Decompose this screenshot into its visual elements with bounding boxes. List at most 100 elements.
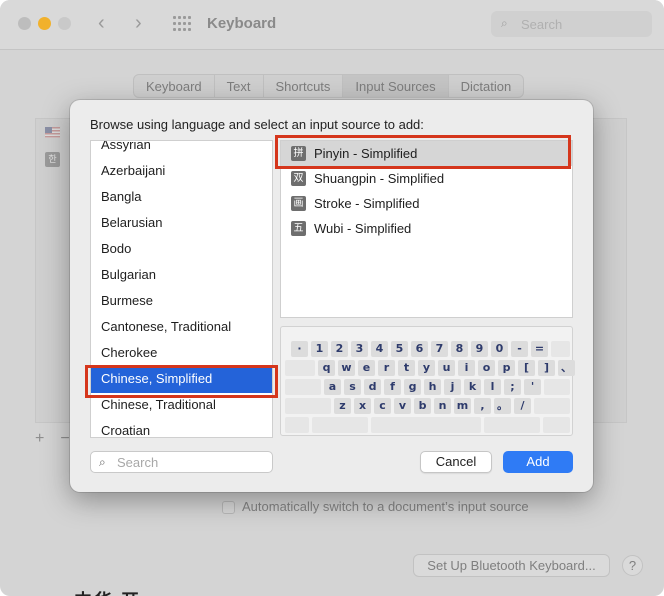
keyboard-key: a — [324, 379, 341, 395]
grid-icon[interactable] — [173, 16, 191, 32]
window-title: Keyboard — [207, 15, 277, 32]
add-button[interactable]: Add — [503, 451, 573, 473]
keyboard-key: u — [438, 360, 455, 376]
korean-input-icon: 한 — [45, 152, 60, 167]
cancel-button[interactable]: Cancel — [420, 451, 492, 473]
keyboard-key: l — [484, 379, 501, 395]
close-window-button[interactable] — [18, 17, 31, 30]
search-placeholder: Search — [521, 17, 563, 32]
keyboard-blank-key — [543, 417, 570, 433]
keyboard-key: 6 — [411, 341, 428, 357]
language-highlight-box — [85, 365, 278, 398]
preferences-search-field[interactable]: ⌕ Search — [491, 11, 652, 37]
keyboard-key: s — [344, 379, 361, 395]
keyboard-key: b — [414, 398, 431, 414]
language-item[interactable]: Cherokee — [91, 341, 272, 367]
keyboard-key: q — [318, 360, 335, 376]
remove-source-button[interactable]: − — [60, 430, 69, 447]
keyboard-key: w — [338, 360, 355, 376]
keyboard-key: ] — [538, 360, 555, 376]
language-item[interactable]: Assyrian — [91, 141, 272, 159]
language-item[interactable]: Croatian — [91, 419, 272, 437]
sheet-prompt: Browse using language and select an inpu… — [90, 117, 424, 132]
chevron-right-icon[interactable]: › — [135, 12, 142, 34]
keyboard-key: j — [444, 379, 461, 395]
keyboard-blank-key — [285, 379, 321, 395]
chevron-left-icon[interactable]: ‹ — [98, 12, 105, 34]
keyboard-key: 2 — [331, 341, 348, 357]
keyboard-blank-key — [312, 417, 368, 433]
keyboard-key: o — [478, 360, 495, 376]
keyboard-blank-key — [371, 417, 481, 433]
keyboard-key: 3 — [351, 341, 368, 357]
language-item[interactable]: Cantonese, Traditional — [91, 315, 272, 341]
keyboard-key: f — [384, 379, 401, 395]
tab-input-sources[interactable]: Input Sources — [343, 75, 449, 97]
keyboard-key: t — [398, 360, 415, 376]
keyboard-key: g — [404, 379, 421, 395]
language-item[interactable]: Belarusian — [91, 211, 272, 237]
keyboard-key: · — [291, 341, 308, 357]
keyboard-key: z — [334, 398, 351, 414]
tab-bar: Keyboard Text Shortcuts Input Sources Di… — [133, 74, 525, 98]
keyboard-key: p — [498, 360, 515, 376]
minimize-window-button[interactable] — [38, 17, 51, 30]
keyboard-key: m — [454, 398, 471, 414]
keyboard-key: v — [394, 398, 411, 414]
input-source-item[interactable]: 五 Wubi - Simplified — [281, 216, 572, 241]
tab-text[interactable]: Text — [215, 75, 264, 97]
input-source-item[interactable]: 画 Stroke - Simplified — [281, 191, 572, 216]
tab-dictation[interactable]: Dictation — [449, 75, 524, 97]
keyboard-key: 9 — [471, 341, 488, 357]
auto-switch-checkbox[interactable] — [222, 501, 235, 514]
keyboard-key: - — [511, 341, 528, 357]
shuangpin-icon: 双 — [291, 171, 306, 186]
language-item[interactable]: Azerbaijani — [91, 159, 272, 185]
keyboard-row-top: q w e r t y u i o p[]、 — [285, 360, 575, 376]
language-item[interactable]: Bodo — [91, 237, 272, 263]
keyboard-blank-key — [544, 379, 570, 395]
language-item[interactable]: Burmese — [91, 289, 272, 315]
keyboard-key: = — [531, 341, 548, 357]
keyboard-blank-key — [285, 360, 315, 376]
keyboard-key: n — [434, 398, 451, 414]
keyboard-blank-key — [534, 398, 570, 414]
keyboard-key: e — [358, 360, 375, 376]
keyboard-key: k — [464, 379, 481, 395]
language-search-input[interactable] — [117, 454, 267, 470]
keyboard-key: 、 — [558, 360, 575, 376]
keyboard-key: 7 — [431, 341, 448, 357]
magnifier-icon: ⌕ — [99, 455, 106, 469]
keyboard-key: 8 — [451, 341, 468, 357]
title-bar: ‹ › Keyboard ⌕ Search — [0, 0, 664, 50]
input-source-highlight-box — [275, 135, 571, 169]
us-flag-icon — [45, 127, 60, 138]
keyboard-row-space — [285, 417, 570, 433]
keyboard-blank-key — [285, 398, 331, 414]
keyboard-row-numbers: · 1 2 3 4 5 6 7 8 9 0- = — [285, 341, 570, 357]
keyboard-layout-preview: · 1 2 3 4 5 6 7 8 9 0- = q w e r t y u i o p[]、 a s d f g h j k l; ' … — [280, 326, 575, 436]
language-item[interactable]: Bulgarian — [91, 263, 272, 289]
keyboard-key: y — [418, 360, 435, 376]
magnifier-icon: ⌕ — [501, 16, 508, 30]
keyboard-key: [ — [518, 360, 535, 376]
keyboard-row-home: a s d f g h j k l; ' — [285, 379, 570, 395]
keyboard-row-bottom: z x c v b n m,。 / — [285, 398, 570, 414]
auto-switch-label: Automatically switch to a document’s inp… — [242, 499, 529, 514]
zoom-window-button[interactable] — [58, 17, 71, 30]
wubi-icon: 五 — [291, 221, 306, 236]
add-input-source-sheet: Browse using language and select an inpu… — [70, 100, 593, 492]
keyboard-key: 0 — [491, 341, 508, 357]
language-search-field[interactable]: ⌕ — [90, 451, 273, 473]
keyboard-key: 1 — [311, 341, 328, 357]
setup-bluetooth-keyboard-button[interactable]: Set Up Bluetooth Keyboard... — [413, 554, 610, 577]
tab-keyboard[interactable]: Keyboard — [134, 75, 215, 97]
add-source-button[interactable]: + — [35, 430, 44, 447]
tab-shortcuts[interactable]: Shortcuts — [264, 75, 344, 97]
input-source-label: Stroke - Simplified — [314, 196, 420, 211]
partial-bottom-text: 中华 开 — [74, 587, 141, 596]
keyboard-key: 。 — [494, 398, 511, 414]
input-source-item[interactable]: 双 Shuangpin - Simplified — [281, 166, 572, 191]
language-item[interactable]: Bangla — [91, 185, 272, 211]
help-button[interactable]: ? — [622, 555, 643, 576]
